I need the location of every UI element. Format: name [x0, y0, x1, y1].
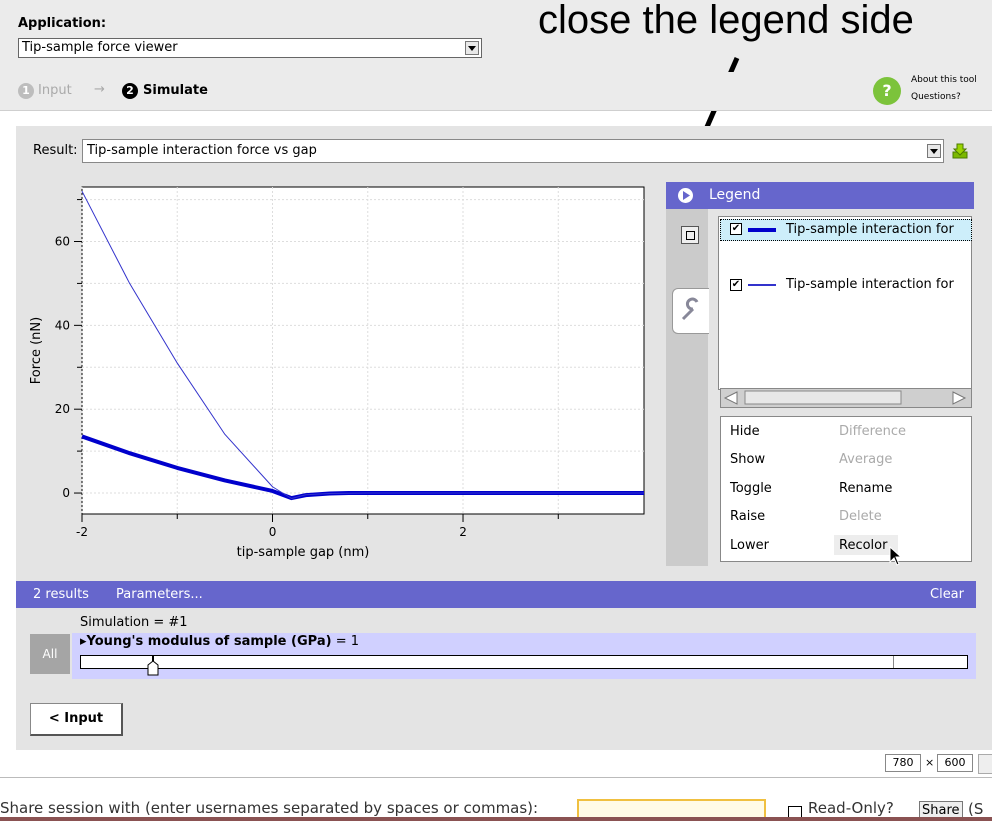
step-simulate-number[interactable]: 2	[122, 83, 138, 99]
annotation-text: close the legend side	[538, 0, 914, 42]
legend-item-2-label: Tip-sample interaction for	[786, 277, 954, 292]
resize-grip-icon[interactable]	[978, 754, 992, 774]
menu-show[interactable]: Show	[730, 452, 765, 467]
step-simulate[interactable]: Simulate	[143, 83, 208, 98]
all-button[interactable]: All	[30, 634, 70, 674]
input-back-button[interactable]: < Input	[30, 703, 123, 736]
simulation-label: Simulation = #1	[80, 615, 188, 630]
chevron-down-icon[interactable]	[927, 144, 941, 158]
legend-title: Legend	[709, 187, 761, 203]
share-label: Share session with (enter usernames sepa…	[0, 799, 539, 817]
x-tick-label: -2	[76, 525, 88, 539]
wrench-tab[interactable]	[672, 288, 709, 334]
menu-average[interactable]: Average	[839, 452, 892, 467]
slider-handle[interactable]	[146, 655, 160, 680]
about-tool-link[interactable]: About this tool	[911, 75, 977, 85]
menu-lower[interactable]: Lower	[730, 538, 769, 553]
step-input-number[interactable]: 1	[18, 83, 34, 99]
slider-tick	[893, 656, 894, 668]
menu-raise[interactable]: Raise	[730, 509, 765, 524]
result-label: Result:	[33, 143, 78, 158]
result-select-value: Tip-sample interaction force vs gap	[87, 143, 317, 158]
x-axis-label: tip-sample gap (nm)	[237, 545, 370, 560]
square-icon[interactable]	[681, 226, 699, 244]
parameter-slider[interactable]	[80, 655, 968, 669]
mouse-cursor-icon	[889, 545, 903, 569]
legend-side-tab	[666, 209, 708, 566]
y-tick-label: 40	[55, 318, 70, 332]
question-icon[interactable]: ?	[873, 77, 901, 105]
legend-item-2-swatch	[748, 284, 776, 286]
legend-item-1-checkbox[interactable]: ✔	[730, 223, 742, 235]
size-separator: ×	[925, 756, 935, 769]
size-width-field[interactable]: 780	[885, 754, 921, 772]
chevron-down-icon[interactable]	[465, 41, 479, 55]
menu-delete[interactable]: Delete	[839, 509, 882, 524]
legend-list	[718, 216, 972, 390]
clear-button[interactable]: Clear	[930, 587, 964, 602]
application-select[interactable]: Tip-sample force viewer	[18, 38, 482, 58]
step-arrow-icon: →	[94, 82, 105, 97]
menu-difference[interactable]: Difference	[839, 424, 906, 439]
share-tail-text: (S	[968, 800, 984, 818]
x-tick-label: 0	[269, 525, 277, 539]
legend-item-1-label: Tip-sample interaction for	[786, 222, 954, 237]
application-select-value: Tip-sample force viewer	[22, 40, 178, 55]
menu-hide[interactable]: Hide	[730, 424, 760, 439]
download-icon[interactable]	[952, 143, 968, 159]
questions-link[interactable]: Questions?	[911, 92, 961, 102]
result-select[interactable]: Tip-sample interaction force vs gap	[82, 139, 944, 163]
divider-line	[0, 777, 992, 778]
bottom-bar	[0, 817, 992, 821]
legend-horizontal-scrollbar[interactable]	[720, 388, 972, 408]
menu-recolor[interactable]: Recolor	[839, 538, 887, 553]
x-tick-label: 2	[459, 525, 467, 539]
parameter-value: = 1	[335, 634, 359, 649]
legend-item-2-checkbox[interactable]: ✔	[730, 279, 742, 291]
parameter-name[interactable]: ▸Young's modulus of sample (GPa) = 1	[80, 634, 359, 649]
plot-area[interactable]: -2 0 2 0 20 40 60 tip-sample gap (nm) Force (nN)	[22, 182, 658, 570]
read-only-label: Read-Only?	[808, 799, 894, 817]
play-icon[interactable]	[678, 188, 693, 203]
menu-rename[interactable]: Rename	[839, 481, 892, 496]
application-label: Application:	[18, 16, 107, 31]
y-tick-label: 20	[55, 402, 70, 416]
legend-header[interactable]: Legend	[666, 182, 974, 209]
size-height-field[interactable]: 600	[937, 754, 973, 772]
menu-toggle[interactable]: Toggle	[730, 481, 772, 496]
y-axis-label: Force (nN)	[29, 317, 44, 384]
y-tick-label: 0	[62, 486, 70, 500]
step-bar: 1 Input → 2 Simulate ? About this tool Q…	[0, 72, 992, 111]
parameters-link[interactable]: Parameters...	[116, 587, 203, 602]
legend-item-1-swatch	[748, 228, 776, 232]
step-input[interactable]: Input	[38, 83, 72, 98]
parameter-label: Young's modulus of sample (GPa)	[86, 634, 332, 649]
results-count: 2 results	[33, 587, 89, 602]
y-tick-label: 60	[55, 235, 70, 249]
